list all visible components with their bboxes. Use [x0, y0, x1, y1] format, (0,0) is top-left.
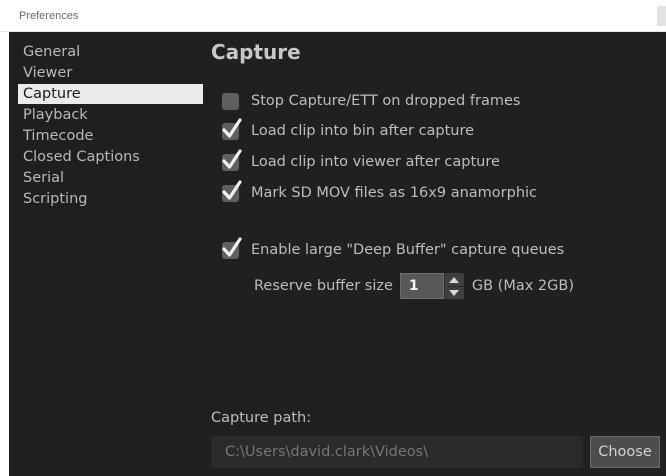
option-label: Load clip into viewer after capture: [251, 154, 500, 170]
option-load-into-bin[interactable]: Load clip into bin after capture: [222, 117, 475, 142]
option-label: Load clip into bin after capture: [251, 123, 475, 139]
deep-buffer-checkbox[interactable]: [222, 236, 242, 259]
title-bar: Preferences: [0, 0, 666, 32]
preferences-window: General Viewer Capture Playback Timecode…: [9, 32, 666, 476]
buffer-size-spinbox[interactable]: 1: [399, 273, 464, 299]
spin-buttons: [443, 273, 464, 299]
sidebar-item-viewer[interactable]: Viewer: [18, 63, 203, 83]
option-label: Mark SD MOV files as 16x9 anamorphic: [251, 185, 538, 201]
checkmark-icon: [222, 179, 242, 200]
option-label: Stop Capture/ETT on dropped frames: [251, 93, 521, 109]
increment-button[interactable]: [443, 273, 464, 286]
checkmark-icon: [222, 117, 242, 138]
load-viewer-checkbox[interactable]: [222, 148, 242, 171]
buffer-size-suffix: GB (Max 2GB): [471, 278, 574, 294]
decrement-button[interactable]: [443, 286, 464, 299]
option-load-into-viewer[interactable]: Load clip into viewer after capture: [222, 148, 500, 173]
checkmark-icon: [222, 148, 242, 169]
buffer-size-input[interactable]: 1: [399, 273, 444, 299]
checkmark-icon: [222, 236, 242, 257]
stop-capture-checkbox[interactable]: [222, 92, 239, 110]
sidebar: General Viewer Capture Playback Timecode…: [9, 32, 205, 476]
page-title: Capture: [211, 40, 301, 64]
sidebar-item-playback[interactable]: Playback: [18, 105, 203, 125]
sidebar-item-scripting[interactable]: Scripting: [18, 189, 203, 209]
sidebar-item-capture[interactable]: Capture: [18, 84, 203, 104]
option-label: Enable large "Deep Buffer" capture queue…: [251, 242, 565, 258]
window-edge: [657, 6, 666, 26]
sidebar-item-serial[interactable]: Serial: [18, 168, 203, 188]
sidebar-item-timecode[interactable]: Timecode: [18, 126, 203, 146]
capture-path-input[interactable]: [211, 436, 583, 468]
option-stop-capture[interactable]: Stop Capture/ETT on dropped frames: [222, 90, 520, 112]
option-anamorphic[interactable]: Mark SD MOV files as 16x9 anamorphic: [222, 179, 538, 204]
choose-button[interactable]: Choose: [590, 436, 660, 468]
reserve-buffer-label: Reserve buffer size: [254, 278, 393, 294]
capture-panel: Capture Stop Capture/ETT on dropped fram…: [205, 32, 666, 476]
sidebar-item-general[interactable]: General: [18, 42, 203, 62]
option-deep-buffer[interactable]: Enable large "Deep Buffer" capture queue…: [222, 236, 565, 261]
sidebar-item-closed-captions[interactable]: Closed Captions: [18, 147, 203, 167]
arrow-down-icon: [449, 290, 460, 296]
anamorphic-checkbox[interactable]: [222, 179, 242, 202]
arrow-up-icon: [449, 276, 460, 283]
capture-path-label: Capture path:: [211, 410, 312, 426]
reserve-buffer-row: Reserve buffer size 1 GB (Max 2GB): [254, 272, 574, 300]
window-title: Preferences: [19, 10, 79, 22]
load-bin-checkbox[interactable]: [222, 117, 242, 140]
